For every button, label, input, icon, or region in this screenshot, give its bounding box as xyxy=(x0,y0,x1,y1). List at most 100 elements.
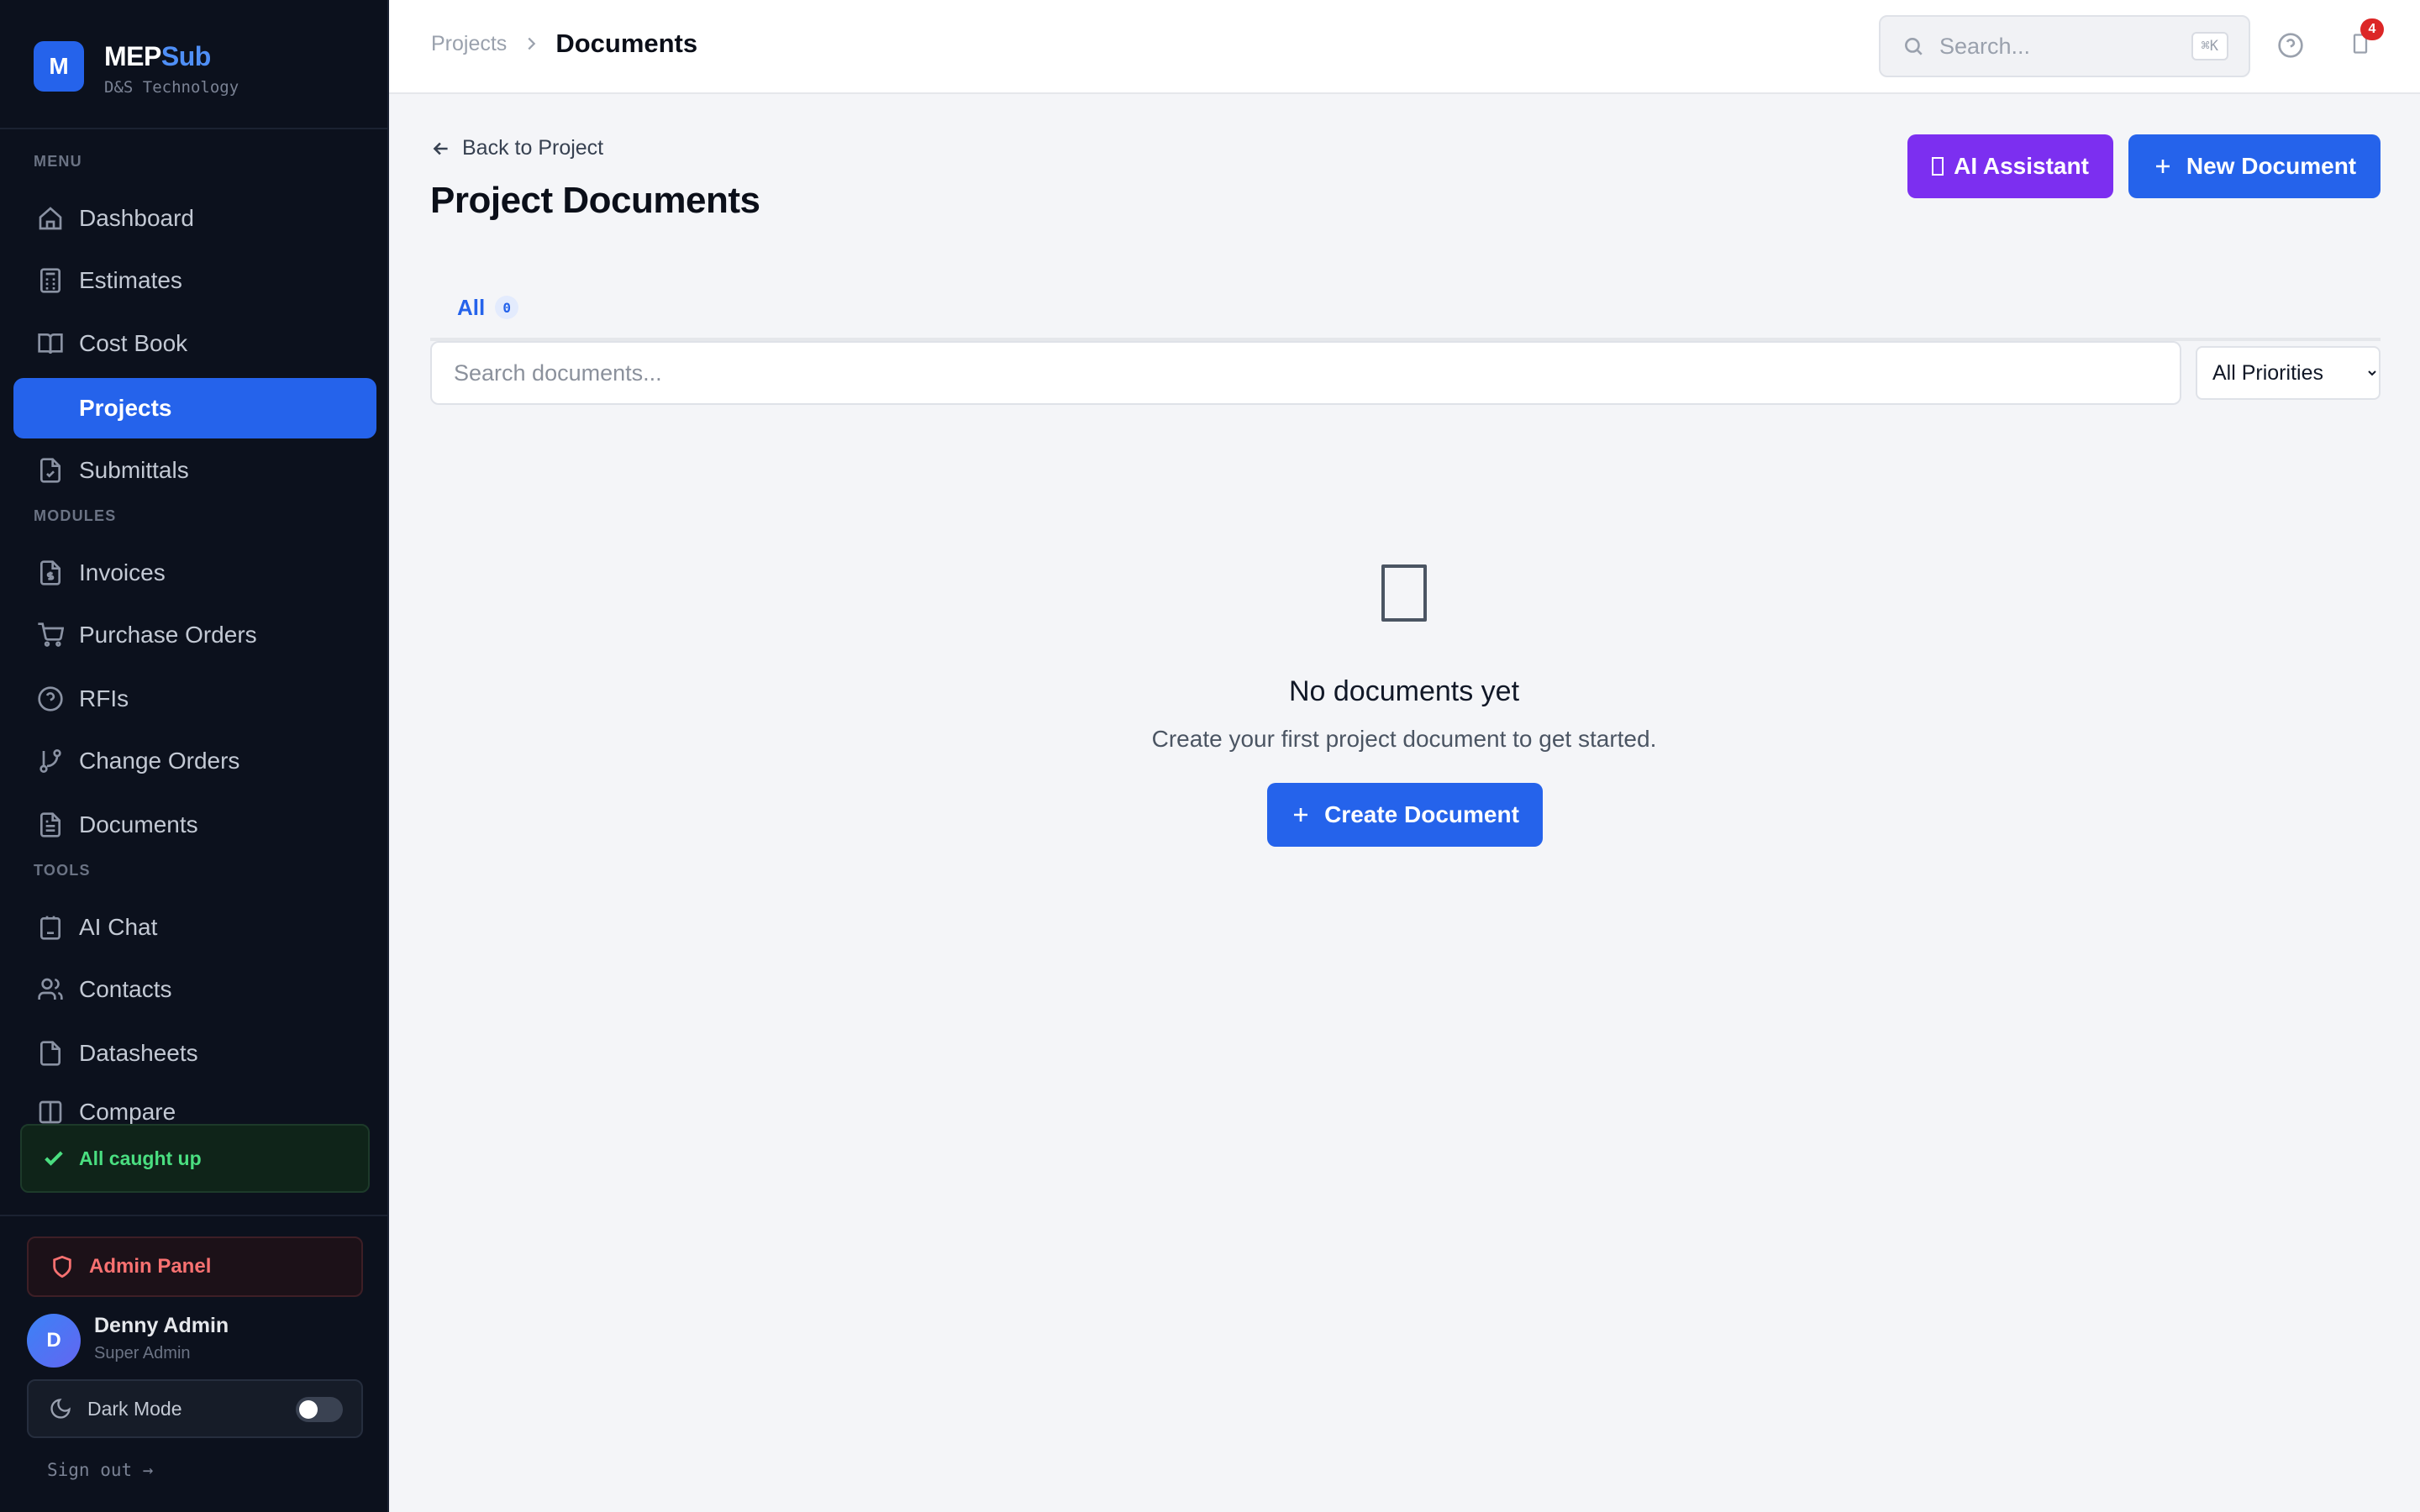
plus-icon xyxy=(2155,160,2170,173)
notification-badge: 4 xyxy=(2360,18,2384,40)
sidebar-item-label: Change Orders xyxy=(79,748,240,774)
cart-icon xyxy=(38,622,64,647)
ai-assistant-button[interactable]: AI Assistant xyxy=(1907,134,2113,198)
file-check-icon xyxy=(40,458,60,483)
section-label-tools: TOOLS xyxy=(34,862,91,879)
create-document-button[interactable]: Create Document xyxy=(1267,783,1543,847)
brand-name-part2: Sub xyxy=(160,41,211,71)
empty-document-icon xyxy=(1381,564,1427,622)
sidebar-item-documents[interactable]: Documents xyxy=(13,795,376,855)
section-label-menu: MENU xyxy=(34,153,82,170)
avatar: D xyxy=(27,1314,81,1368)
sidebar-item-cost-book[interactable]: Cost Book xyxy=(13,313,376,374)
empty-state-description: Create your first project document to ge… xyxy=(1151,726,1657,752)
breadcrumb-projects[interactable]: Projects xyxy=(431,32,507,56)
section-label-modules: MODULES xyxy=(34,507,117,524)
user-name: Denny Admin xyxy=(94,1314,229,1337)
global-search-placeholder: Search... xyxy=(1939,33,2031,59)
document-search-input[interactable] xyxy=(430,341,2181,405)
ai-assistant-label: AI Assistant xyxy=(1954,153,2089,179)
bot-icon xyxy=(40,916,60,940)
status-text: All caught up xyxy=(79,1147,202,1169)
users-icon xyxy=(38,978,63,1000)
moon-icon xyxy=(50,1399,71,1419)
user-role: Super Admin xyxy=(94,1344,191,1362)
sidebar-item-dashboard[interactable]: Dashboard xyxy=(13,188,376,249)
search-icon xyxy=(1905,38,1923,55)
brand[interactable]: M MEPSub D&S Technology xyxy=(34,41,387,102)
sidebar-item-estimates[interactable]: Estimates xyxy=(13,250,376,311)
admin-panel-label: Admin Panel xyxy=(89,1255,212,1278)
brand-logo: M xyxy=(34,41,84,92)
sidebar-item-compare[interactable]: Compare xyxy=(13,1094,376,1124)
sidebar-item-contacts[interactable]: Contacts xyxy=(13,959,376,1020)
book-icon xyxy=(38,333,63,354)
new-document-button[interactable]: New Document xyxy=(2128,134,2381,198)
breadcrumb: Projects Documents xyxy=(431,29,697,59)
back-to-project-link[interactable]: Back to Project xyxy=(430,136,603,160)
sidebar-item-label: Cost Book xyxy=(79,330,188,356)
sidebar-item-datasheets[interactable]: Datasheets xyxy=(13,1023,376,1084)
page-title: Project Documents xyxy=(430,180,760,221)
status-caught-up: All caught up xyxy=(20,1124,370,1193)
home-icon xyxy=(39,207,62,230)
sidebar: M MEPSub D&S Technology MENU Dashboard E… xyxy=(0,0,389,1512)
create-document-label: Create Document xyxy=(1324,801,1519,827)
sidebar-item-label: Projects xyxy=(79,395,172,421)
dark-mode-toggle[interactable]: Dark Mode xyxy=(27,1379,363,1438)
plus-icon xyxy=(1294,808,1308,822)
compare-icon xyxy=(39,1100,62,1124)
sidebar-item-change-orders[interactable]: Change Orders xyxy=(13,731,376,791)
git-branch-icon xyxy=(39,749,61,773)
search-shortcut: ⌘K xyxy=(2191,32,2228,60)
empty-state-title: No documents yet xyxy=(1288,675,1520,707)
sidebar-item-label: AI Chat xyxy=(79,914,158,940)
calculator-icon xyxy=(40,268,60,293)
global-search[interactable]: Search... ⌘K xyxy=(1879,15,2250,77)
tab-all-count: 0 xyxy=(495,296,519,319)
sidebar-item-purchase-orders[interactable]: Purchase Orders xyxy=(13,605,376,665)
sidebar-footer-divider xyxy=(0,1215,389,1216)
invoice-icon xyxy=(40,560,60,585)
sidebar-item-label: RFIs xyxy=(79,685,129,711)
document-icon xyxy=(40,812,60,837)
ai-sparkle-icon xyxy=(1932,157,1944,176)
help-circle-icon xyxy=(38,686,63,711)
help-circle-icon xyxy=(2278,33,2303,58)
chevron-right-icon xyxy=(528,37,536,50)
sign-out-link[interactable]: Sign out → xyxy=(47,1460,153,1480)
new-document-label: New Document xyxy=(2186,153,2357,179)
user-profile[interactable]: D Denny Admin Super Admin xyxy=(27,1312,371,1369)
brand-name: MEPSub xyxy=(104,41,211,72)
sidebar-item-label: Purchase Orders xyxy=(79,622,257,648)
sidebar-item-submittals[interactable]: Submittals xyxy=(13,440,376,501)
sidebar-item-label: Datasheets xyxy=(79,1040,198,1066)
brand-name-part1: MEP xyxy=(104,41,161,71)
dark-mode-switch[interactable] xyxy=(296,1397,343,1422)
back-link-label: Back to Project xyxy=(462,136,604,160)
sidebar-item-rfis[interactable]: RFIs xyxy=(13,669,376,729)
priority-filter-select[interactable]: All Priorities xyxy=(2196,346,2381,400)
breadcrumb-current: Documents xyxy=(555,29,698,58)
brand-company: D&S Technology xyxy=(104,78,239,97)
sidebar-item-projects[interactable]: Projects xyxy=(13,378,376,438)
dark-mode-label: Dark Mode xyxy=(87,1397,182,1420)
sidebar-item-label: Invoices xyxy=(79,559,166,585)
document-tabs: All 0 xyxy=(430,277,2381,341)
top-header: Projects Documents Search... ⌘K 4 xyxy=(389,0,2420,94)
sidebar-item-label: Contacts xyxy=(79,976,172,1002)
sidebar-divider xyxy=(0,128,389,129)
sidebar-item-label: Documents xyxy=(79,811,198,837)
file-icon xyxy=(40,1041,60,1066)
sidebar-item-label: Submittals xyxy=(79,457,189,483)
arrow-left-icon xyxy=(433,142,448,155)
shield-icon xyxy=(53,1255,71,1278)
admin-panel-button[interactable]: Admin Panel xyxy=(27,1236,363,1297)
sidebar-item-label: Estimates xyxy=(79,267,182,293)
tab-all[interactable]: All 0 xyxy=(430,277,545,341)
sidebar-item-invoices[interactable]: Invoices xyxy=(13,543,376,603)
sidebar-item-label: Dashboard xyxy=(79,205,194,231)
sidebar-item-ai-chat[interactable]: AI Chat xyxy=(13,897,376,958)
check-icon xyxy=(45,1151,63,1166)
help-button[interactable] xyxy=(2277,32,2304,59)
